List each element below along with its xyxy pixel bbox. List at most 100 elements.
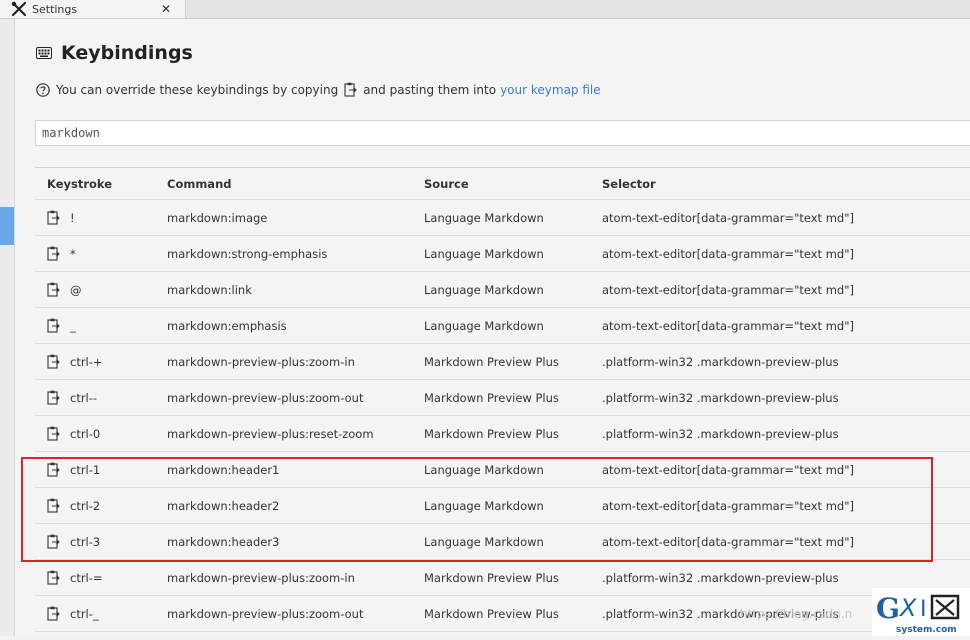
copy-keybinding-icon[interactable] xyxy=(47,282,60,297)
copy-keybinding-icon[interactable] xyxy=(47,498,60,513)
keystroke-text: ctrl-3 xyxy=(70,534,101,549)
question-icon xyxy=(36,82,50,97)
source-cell: Language Markdown xyxy=(424,282,544,297)
source-cell: Language Markdown xyxy=(424,246,544,261)
keybindings-table: Keystroke Command Source Selector ! markd… xyxy=(35,167,970,632)
tools-icon xyxy=(11,1,27,17)
keystroke-text: ctrl-- xyxy=(70,390,98,405)
selector-cell: .platform-win32 .markdown-preview-plus xyxy=(602,570,839,585)
tab-settings[interactable]: Settings ✕ xyxy=(0,0,186,18)
selector-cell: .platform-win32 .markdown-preview-plus xyxy=(602,426,839,441)
header-source[interactable]: Source xyxy=(424,168,469,199)
selector-cell: atom-text-editor[data-grammar="text md"] xyxy=(602,318,854,333)
tab-title: Settings xyxy=(32,2,78,16)
keystroke-text: ctrl-+ xyxy=(70,354,103,369)
site-logo: G X I system.com xyxy=(872,588,970,636)
keystroke-cell: * xyxy=(47,236,76,271)
gxi-logo-icon: G X I system.com xyxy=(876,592,960,635)
keymap-file-link[interactable]: your keymap file xyxy=(500,83,601,97)
copy-keybinding-icon[interactable] xyxy=(47,462,60,477)
keystroke-text: ctrl-1 xyxy=(70,462,101,477)
command-cell: markdown:image xyxy=(167,210,268,225)
keystroke-cell: ctrl-= xyxy=(47,560,103,595)
keyboard-icon xyxy=(36,47,52,59)
copy-keybinding-icon[interactable] xyxy=(47,246,60,261)
copy-keybinding-icon[interactable] xyxy=(47,606,60,621)
keystroke-text: ! xyxy=(70,210,75,225)
selector-cell: atom-text-editor[data-grammar="text md"] xyxy=(602,246,854,261)
table-row[interactable]: ctrl-= markdown-preview-plus:zoom-in Markd… xyxy=(35,560,970,596)
keystroke-cell: @ xyxy=(47,272,82,307)
keystroke-cell: ctrl-+ xyxy=(47,344,103,379)
table-row[interactable]: ctrl-1 markdown:header1 Language Markdown a… xyxy=(35,452,970,488)
source-cell: Markdown Preview Plus xyxy=(424,390,559,405)
table-row[interactable]: ! markdown:image Language Markdown atom-tex… xyxy=(35,200,970,236)
keystroke-cell: ctrl-3 xyxy=(47,524,100,559)
keystroke-text: * xyxy=(70,246,76,261)
table-row[interactable]: ctrl-3 markdown:header3 Language Markdown a… xyxy=(35,524,970,560)
source-cell: Language Markdown xyxy=(424,534,544,549)
copy-keybinding-icon[interactable] xyxy=(47,570,60,585)
search-input[interactable] xyxy=(35,120,970,146)
selector-cell: .platform-win32 .markdown-preview-plus xyxy=(602,390,839,405)
svg-text:X: X xyxy=(898,594,917,622)
table-row[interactable]: _ markdown:emphasis Language Markdown atom-… xyxy=(35,308,970,344)
command-cell: markdown-preview-plus:zoom-in xyxy=(167,354,355,369)
command-cell: markdown-preview-plus:reset-zoom xyxy=(167,426,374,441)
table-row[interactable]: * markdown:strong-emphasis Language Markdo… xyxy=(35,236,970,272)
header-selector[interactable]: Selector xyxy=(602,168,656,199)
svg-text:system.com: system.com xyxy=(896,625,957,635)
header-keystroke[interactable]: Keystroke xyxy=(47,168,112,199)
watermark-text: https://blog.csdn.n xyxy=(740,607,853,621)
settings-sidebar xyxy=(0,19,15,636)
note-text-before: You can override these keybindings by co… xyxy=(56,82,339,97)
keystroke-text: _ xyxy=(70,318,76,333)
copy-keybinding-icon[interactable] xyxy=(47,390,60,405)
selector-cell: atom-text-editor[data-grammar="text md"] xyxy=(602,282,854,297)
note-text-after: and pasting them into xyxy=(363,82,497,97)
page-heading: Keybindings xyxy=(36,42,193,64)
source-cell: Language Markdown xyxy=(424,462,544,477)
selector-cell: .platform-win32 .markdown-preview-plus xyxy=(602,354,839,369)
command-cell: markdown:link xyxy=(167,282,252,297)
command-cell: markdown-preview-plus:zoom-in xyxy=(167,570,355,585)
table-header: Keystroke Command Source Selector xyxy=(35,168,970,200)
command-cell: markdown-preview-plus:zoom-out xyxy=(167,390,364,405)
source-cell: Markdown Preview Plus xyxy=(424,354,559,369)
keystroke-text: ctrl-0 xyxy=(70,426,101,441)
source-cell: Markdown Preview Plus xyxy=(424,426,559,441)
command-cell: markdown:header3 xyxy=(167,534,280,549)
copy-keybinding-icon[interactable] xyxy=(47,210,60,225)
svg-text:I: I xyxy=(920,597,927,622)
tab-bar: Settings ✕ xyxy=(0,0,970,19)
header-command[interactable]: Command xyxy=(167,168,232,199)
keystroke-text: ctrl-= xyxy=(70,570,103,585)
command-cell: markdown:header1 xyxy=(167,462,280,477)
copy-keybinding-icon[interactable] xyxy=(47,354,60,369)
table-row[interactable]: ctrl-- markdown-preview-plus:zoom-out Mark… xyxy=(35,380,970,416)
source-cell: Markdown Preview Plus xyxy=(424,570,559,585)
keystroke-cell: ! xyxy=(47,200,75,235)
svg-text:G: G xyxy=(876,592,900,625)
close-icon[interactable]: ✕ xyxy=(161,2,171,16)
command-cell: markdown:strong-emphasis xyxy=(167,246,328,261)
copy-keybinding-icon[interactable] xyxy=(47,534,60,549)
keystroke-text: ctrl-2 xyxy=(70,498,101,513)
keybindings-panel: Keybindings You can override these keybi… xyxy=(15,19,970,636)
table-row[interactable]: @ markdown:link Language Markdown atom-text… xyxy=(35,272,970,308)
copy-keybinding-icon[interactable] xyxy=(47,318,60,333)
table-row[interactable]: ctrl-+ markdown-preview-plus:zoom-in Markd… xyxy=(35,344,970,380)
source-cell: Language Markdown xyxy=(424,498,544,513)
source-cell: Markdown Preview Plus xyxy=(424,606,559,621)
selector-cell: atom-text-editor[data-grammar="text md"] xyxy=(602,534,854,549)
source-cell: Language Markdown xyxy=(424,210,544,225)
keystroke-cell: ctrl-2 xyxy=(47,488,100,523)
table-row[interactable]: ctrl-2 markdown:header2 Language Markdown a… xyxy=(35,488,970,524)
sidebar-active-indicator[interactable] xyxy=(0,207,14,245)
override-note: You can override these keybindings by co… xyxy=(36,82,601,97)
command-cell: markdown:header2 xyxy=(167,498,280,513)
copy-keybinding-icon[interactable] xyxy=(47,426,60,441)
command-cell: markdown:emphasis xyxy=(167,318,287,333)
source-cell: Language Markdown xyxy=(424,318,544,333)
table-row[interactable]: ctrl-0 markdown-preview-plus:reset-zoom Ma… xyxy=(35,416,970,452)
